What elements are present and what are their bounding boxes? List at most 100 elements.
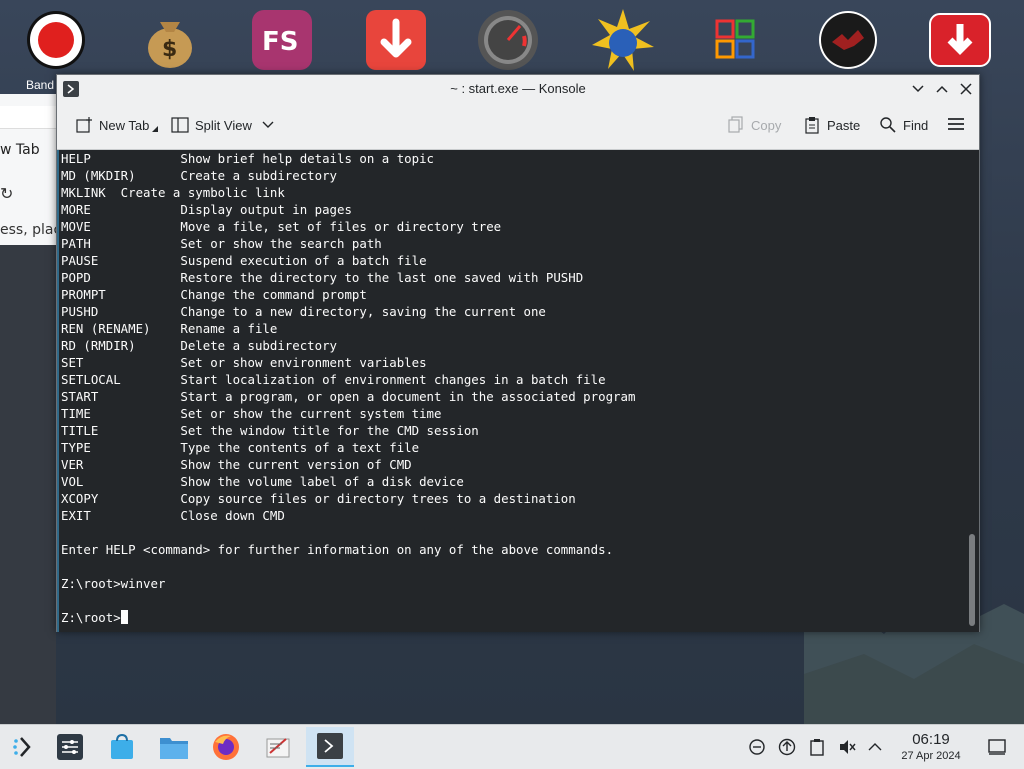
svg-text:$: $ bbox=[162, 37, 177, 62]
terminal-cursor bbox=[120, 610, 128, 624]
speedometer-app-icon[interactable] bbox=[476, 8, 540, 72]
settings-sliders-icon bbox=[57, 734, 83, 760]
background-address-bar[interactable]: ess, plac bbox=[0, 222, 61, 238]
terminal-line: MD (MKDIR) Create a subdirectory bbox=[61, 168, 338, 183]
copy-icon bbox=[728, 116, 743, 133]
taskbar-file-manager[interactable] bbox=[152, 727, 196, 767]
terminal-line: SET Set or show environment variables bbox=[61, 355, 427, 370]
terminal-line: REN (RENAME) Rename a file bbox=[61, 321, 278, 336]
minimize-button[interactable] bbox=[909, 80, 927, 98]
hamburger-menu-button[interactable] bbox=[947, 116, 971, 132]
text-editor-icon bbox=[266, 738, 290, 758]
chevron-down-icon bbox=[912, 85, 924, 93]
terminal-line: XCOPY Copy source files or directory tre… bbox=[61, 491, 576, 506]
terminal-text: HELP Show brief help details on a topic … bbox=[57, 150, 967, 626]
download-app-icon[interactable] bbox=[364, 8, 428, 72]
taskbar-text-editor[interactable] bbox=[256, 727, 300, 767]
tray-kde-connect-icon[interactable] bbox=[748, 738, 766, 756]
terminal-line: EXIT Close down CMD bbox=[61, 508, 285, 523]
show-desktop-icon[interactable] bbox=[988, 738, 1006, 756]
terminal-line: SETLOCAL Start localization of environme… bbox=[61, 372, 606, 387]
fs-app-icon[interactable]: FS bbox=[250, 8, 314, 72]
taskbar-konsole[interactable] bbox=[306, 727, 354, 767]
dark-app-icon[interactable] bbox=[816, 8, 880, 72]
terminal-line: START Start a program, or open a documen… bbox=[61, 389, 636, 404]
terminal-line: HELP Show brief help details on a topic bbox=[61, 151, 434, 166]
money-bag-icon[interactable]: $ bbox=[138, 8, 202, 72]
svg-text:FS: FS bbox=[262, 27, 299, 57]
paste-button[interactable]: Paste bbox=[803, 116, 860, 134]
kde-launcher-icon bbox=[13, 737, 31, 757]
shopping-bag-icon bbox=[111, 733, 133, 759]
tray-volume-muted-icon[interactable] bbox=[838, 738, 856, 756]
downloader-app-icon[interactable] bbox=[928, 8, 992, 72]
terminal-line: VOL Show the volume label of a disk devi… bbox=[61, 474, 464, 489]
terminal-line: RD (RMDIR) Delete a subdirectory bbox=[61, 338, 338, 353]
terminal-line: Enter HELP <command> for further informa… bbox=[61, 542, 614, 557]
background-tabbar bbox=[0, 106, 56, 129]
office-app-icon[interactable] bbox=[704, 8, 768, 72]
chevron-down-icon bbox=[262, 121, 274, 128]
konsole-window[interactable]: ~ : start.exe — Konsole New Tab Split Vi… bbox=[56, 74, 980, 632]
background-new-tab-label[interactable]: w Tab bbox=[0, 142, 40, 158]
window-titlebar[interactable]: ~ : start.exe — Konsole bbox=[57, 75, 979, 104]
terminal-line: PAUSE Suspend execution of a batch file bbox=[61, 253, 427, 268]
dropdown-corner-icon bbox=[152, 126, 159, 132]
terminal-line: Z:\root>winver bbox=[61, 576, 166, 591]
background-window-content bbox=[0, 245, 56, 724]
clock-time: 06:19 bbox=[912, 731, 950, 748]
split-view-label: Split View bbox=[195, 117, 252, 133]
reload-icon[interactable]: ↻ bbox=[0, 184, 13, 203]
terminal-prompt: Z:\root> bbox=[61, 610, 121, 625]
tray-update-icon[interactable] bbox=[778, 738, 796, 756]
new-tab-button[interactable]: New Tab bbox=[75, 116, 165, 134]
terminal-output[interactable]: HELP Show brief help details on a topic … bbox=[57, 150, 967, 632]
taskbar: 06:19 27 Apr 2024 bbox=[0, 724, 1024, 769]
terminal-line: MOVE Move a file, set of files or direct… bbox=[61, 219, 502, 234]
copy-label: Copy bbox=[751, 117, 782, 133]
terminal-line: POPD Restore the directory to the last o… bbox=[61, 270, 584, 285]
paste-label: Paste bbox=[827, 117, 861, 133]
chevron-up-icon bbox=[936, 85, 948, 93]
terminal-line: PROMPT Change the command prompt bbox=[61, 287, 367, 302]
application-launcher-button[interactable] bbox=[2, 727, 46, 767]
taskbar-discover[interactable] bbox=[100, 727, 144, 767]
split-view-icon bbox=[171, 117, 189, 133]
window-title: ~ : start.exe — Konsole bbox=[450, 81, 586, 96]
close-button[interactable] bbox=[957, 80, 975, 98]
dock-label: Band bbox=[26, 78, 55, 92]
terminal-line: PATH Set or show the search path bbox=[61, 236, 382, 251]
maximize-button[interactable] bbox=[933, 80, 951, 98]
terminal-line: MKLINK Create a symbolic link bbox=[61, 185, 285, 200]
find-label: Find bbox=[903, 117, 929, 133]
folder-icon bbox=[160, 738, 188, 759]
terminal-focus-indicator bbox=[57, 150, 59, 632]
search-icon bbox=[880, 117, 896, 133]
digital-clock[interactable]: 06:19 27 Apr 2024 bbox=[888, 731, 974, 763]
terminal-line: MORE Display output in pages bbox=[61, 202, 352, 217]
taskbar-system-settings[interactable] bbox=[48, 727, 92, 767]
terminal-line: TIME Set or show the current system time bbox=[61, 406, 442, 421]
record-app-icon[interactable] bbox=[24, 8, 88, 72]
hamburger-menu-icon bbox=[948, 118, 964, 130]
scrollbar-thumb[interactable] bbox=[969, 534, 975, 626]
terminal-scrollbar[interactable] bbox=[967, 150, 979, 632]
find-button[interactable]: Find bbox=[879, 116, 928, 134]
sun-globe-app-icon[interactable] bbox=[590, 8, 654, 72]
terminal-lines: HELP Show brief help details on a topic … bbox=[61, 151, 635, 591]
taskbar-firefox[interactable] bbox=[204, 727, 248, 767]
terminal-line: TITLE Set the window title for the CMD s… bbox=[61, 423, 479, 438]
firefox-icon bbox=[213, 734, 239, 760]
terminal-line: TYPE Type the contents of a text file bbox=[61, 440, 420, 455]
terminal-icon bbox=[317, 733, 343, 759]
tray-clipboard-icon[interactable] bbox=[808, 738, 826, 756]
konsole-toolbar: New Tab Split View Copy Paste Find bbox=[57, 103, 979, 150]
terminal-line: VER Show the current version of CMD bbox=[61, 457, 412, 472]
tray-expand-chevron-icon[interactable] bbox=[866, 738, 884, 756]
split-view-button[interactable]: Split View bbox=[171, 116, 280, 134]
copy-button[interactable]: Copy bbox=[727, 116, 781, 134]
clock-date: 27 Apr 2024 bbox=[901, 750, 961, 762]
close-icon bbox=[960, 83, 972, 95]
terminal-line: PUSHD Change to a new directory, saving … bbox=[61, 304, 546, 319]
new-tab-label: New Tab bbox=[99, 117, 150, 133]
